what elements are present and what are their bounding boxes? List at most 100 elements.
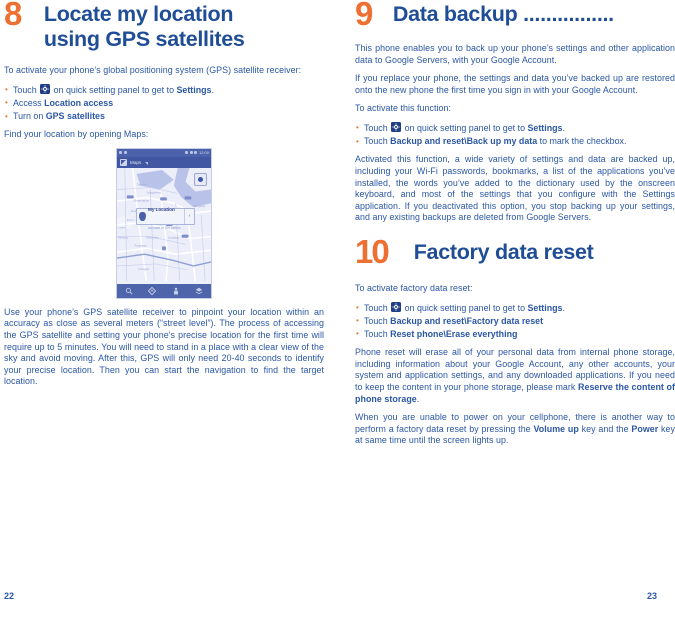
section-title: Factory data reset (413, 239, 594, 264)
callout-text-group: My Location accurate to 100 meters (148, 198, 184, 234)
gear-icon (40, 84, 51, 95)
bullet-mid-text: on quick setting panel to get to (402, 302, 528, 313)
gear-icon (391, 122, 402, 133)
notification-icon (119, 151, 122, 155)
wifi-icon (185, 151, 189, 155)
bullet-post-text: . (211, 84, 214, 95)
section-heading-10: 10 Factory data reset (355, 232, 675, 270)
list-item: Access Location access (4, 96, 324, 110)
bullet-pre-text: Access (13, 97, 45, 108)
bullet-pre-text: Touch (364, 302, 391, 313)
svg-text:Mofeng: Mofeng (118, 235, 128, 239)
section-number: 8 (4, 0, 22, 32)
gps-closing-paragraph: Use your phone’s GPS satellite receiver … (4, 306, 324, 387)
section-number: 10 (355, 232, 390, 270)
bullet-bold-text: GPS satellites (45, 111, 105, 121)
backup-activate-line: To activate this function: (355, 103, 452, 114)
reset-paragraph-1: Phone reset will erase all of your perso… (355, 347, 675, 405)
chevron-down-icon[interactable] (145, 161, 149, 165)
directions-icon[interactable] (148, 286, 157, 295)
reset-activate-line: To activate factory data reset: (355, 282, 473, 293)
section-number: 9 (355, 0, 373, 32)
sync-icon (123, 151, 127, 155)
bullet-bold-text: Backup and reset\Factory data reset (390, 315, 544, 326)
svg-text:Zuhu: Zuhu (127, 218, 134, 222)
svg-text:Tianchu: Tianchu (137, 182, 148, 186)
reset-para2-bold-volume: Volume up (533, 423, 579, 434)
my-location-callout[interactable]: My Location accurate to 100 meters › (136, 207, 195, 230)
find-location-line: Find your location by opening Maps: (4, 129, 149, 140)
bullet-bold-text: Backup and reset\Back up my data (390, 136, 538, 147)
svg-text:Lufen: Lufen (118, 226, 126, 230)
svg-text:Kangjun: Kangjun (139, 267, 150, 271)
search-icon[interactable] (125, 287, 133, 295)
maps-app-bar: Maps (117, 156, 211, 168)
svg-text:Dianzhen: Dianzhen (146, 235, 159, 239)
bullet-pre-text: Touch (13, 84, 40, 95)
map-canvas[interactable]: Tianchu Yangcheng Zhuangqiao Guangda Zuh… (117, 167, 211, 284)
bullet-post-text: to mark the checkbox. (537, 136, 627, 147)
bullet-pre-text: Touch (364, 315, 391, 326)
gear-icon (391, 302, 402, 313)
list-item: Touch on quick setting panel to get to S… (355, 121, 675, 135)
section-title: Locate my location using GPS satellites (44, 2, 245, 52)
svg-text:Jiangsha: Jiangsha (193, 204, 205, 208)
reset-para1-text-b: . (416, 393, 420, 404)
backup-paragraph-3: Activated this function, a wide variety … (355, 154, 675, 223)
bullet-mid-text: on quick setting panel to get to (402, 122, 528, 133)
bullet-bold-text: Settings (176, 84, 212, 95)
list-item: Touch Reset phone\Erase everything (355, 327, 675, 341)
bullet-bold-text: Reset phone\Erase everything (390, 328, 518, 339)
reset-para2-text-mid: key and the (578, 423, 632, 434)
layers-icon[interactable] (195, 287, 203, 295)
backup-paragraph-1: This phone enables you to back up your p… (355, 43, 675, 65)
status-left-icons (119, 151, 127, 155)
maps-icon (120, 158, 127, 166)
status-right-icons: 12:00 (185, 149, 209, 155)
bullet-post-text: . (562, 302, 565, 313)
navigation-icon[interactable] (172, 287, 180, 295)
bullet-pre-text: Touch (364, 136, 391, 147)
bullet-post-text: . (562, 122, 565, 133)
section-title-line1: Locate my location (43, 2, 234, 26)
svg-text:Fuangmu: Fuangmu (135, 243, 148, 247)
chevron-right-icon[interactable]: › (184, 208, 194, 224)
status-clock: 12:00 (198, 149, 209, 155)
phone-screenshot: 12:00 Maps Tianchu Yangcheng Zhuangqiao … (116, 147, 212, 299)
reset-bullet-list: Touch on quick setting panel to get to S… (355, 301, 675, 342)
my-location-button[interactable] (194, 172, 207, 186)
svg-text:Yangcheng: Yangcheng (146, 190, 161, 194)
list-item: Touch Backup and reset\Factory data rese… (355, 314, 675, 328)
reset-paragraph-2: When you are unable to power on your cel… (355, 412, 675, 447)
bullet-bold-text: Settings (527, 302, 563, 313)
section-title: Data backup ................ (392, 2, 614, 26)
backup-bullet-list: Touch on quick setting panel to get to S… (355, 121, 675, 148)
page-number-right: 23 (646, 591, 657, 601)
bullet-pre-text: Touch (364, 328, 391, 339)
maps-bottom-toolbar (117, 283, 211, 298)
callout-subtitle: accurate to 100 meters (148, 226, 181, 231)
right-page: 9 Data backup ................ This phon… (338, 0, 675, 617)
gps-bullet-list: Touch on quick setting panel to get to S… (4, 83, 324, 124)
intro-paragraph: To activate your phone’s global position… (4, 65, 302, 75)
bullet-mid-text: on quick setting panel to get to (51, 84, 177, 95)
bullet-bold-text: Location access (44, 97, 114, 108)
list-item: Touch on quick setting panel to get to S… (355, 301, 675, 315)
svg-text:Longdao: Longdao (168, 235, 180, 239)
battery-icon (194, 151, 198, 155)
maps-app-label: Maps (130, 159, 142, 165)
section-heading-8: 8 Locate my location using GPS satellite… (4, 0, 324, 52)
list-item: Touch Backup and reset\Back up my data t… (355, 135, 675, 148)
callout-title: My Location (148, 207, 175, 213)
bullet-pre-text: Touch (364, 122, 391, 133)
left-page: 8 Locate my location using GPS satellite… (0, 0, 337, 617)
section-heading-9: 9 Data backup ................ (355, 0, 675, 32)
bullet-pre-text: Turn on (13, 111, 46, 121)
backup-paragraph-2: If you replace your phone, the settings … (355, 73, 675, 95)
maps-screenshot-figure: 12:00 Maps Tianchu Yangcheng Zhuangqiao … (4, 147, 324, 299)
list-item: Turn on GPS satellites (4, 109, 324, 123)
phone-status-bar: 12:00 (117, 148, 211, 157)
section-title-line2: using GPS satellites (43, 27, 245, 51)
location-pin-icon (139, 211, 146, 221)
reset-para2-bold-power: Power (631, 423, 659, 434)
